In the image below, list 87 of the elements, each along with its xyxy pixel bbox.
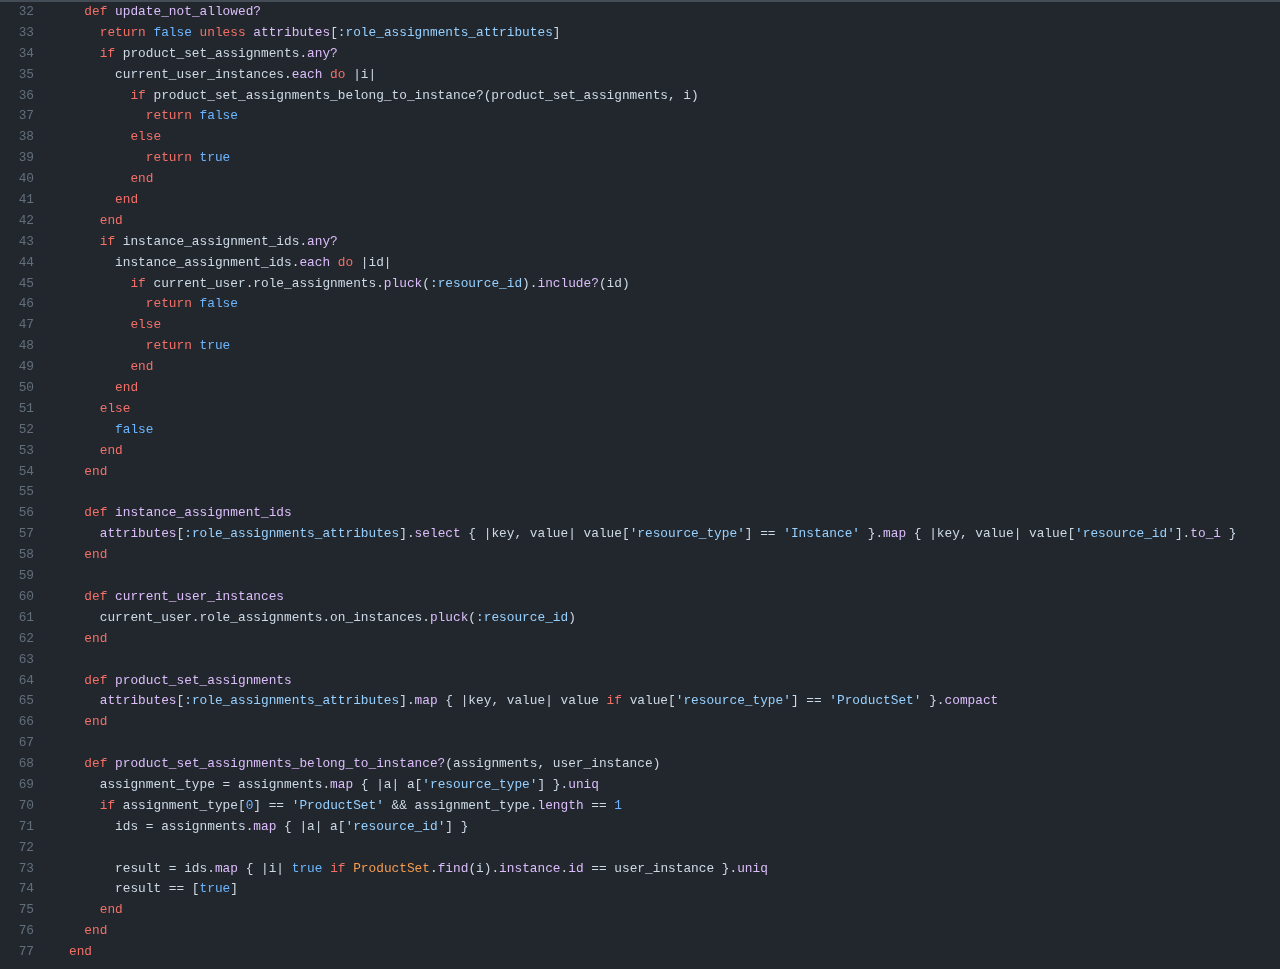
code-line: current_user_instances.each do |i| bbox=[114, 65, 377, 84]
line-number: 63 bbox=[17, 650, 34, 669]
code-line: end bbox=[98, 211, 123, 230]
line-number: 74 bbox=[17, 880, 34, 899]
line-number: 51 bbox=[17, 399, 34, 418]
code-line: else bbox=[129, 128, 162, 147]
line-number: 34 bbox=[17, 44, 34, 63]
code-line: def update_not_allowed? bbox=[83, 3, 261, 21]
line-number: 76 bbox=[17, 922, 34, 941]
code-line: return true bbox=[144, 337, 231, 356]
code-line: if current_user.role_assignments.pluck(:resource_id).include?(id) bbox=[129, 274, 630, 293]
line-number: 37 bbox=[17, 107, 34, 126]
line-number: 41 bbox=[17, 191, 34, 209]
line-number: 69 bbox=[17, 775, 34, 794]
code-line: end bbox=[129, 170, 154, 189]
line-number: 40 bbox=[17, 170, 34, 189]
line-number: 65 bbox=[17, 692, 34, 711]
line-number: 48 bbox=[17, 337, 34, 356]
line-number: 60 bbox=[17, 587, 34, 606]
line-number: 55 bbox=[17, 483, 34, 502]
code-line: attributes[:role_assignments_attributes].map { |key, value| value if value['resource_type'] == 'ProductSet' }.compact bbox=[98, 692, 999, 711]
line-number: 70 bbox=[17, 796, 34, 815]
code-line: def product_set_assignments bbox=[83, 671, 292, 690]
line-number: 75 bbox=[17, 901, 34, 920]
code-line: if instance_assignment_ids.any? bbox=[98, 232, 338, 251]
code-line: end bbox=[83, 713, 108, 732]
code-line: return false bbox=[144, 295, 238, 314]
code-line: end bbox=[83, 546, 108, 565]
line-number: 49 bbox=[17, 358, 34, 377]
code-line: def current_user_instances bbox=[83, 587, 285, 606]
line-number: 73 bbox=[17, 859, 34, 878]
code-line: def instance_assignment_ids bbox=[83, 504, 292, 523]
code-line: if product_set_assignments.any? bbox=[98, 44, 338, 63]
code-line: return false unless attributes[:role_assignments_attributes] bbox=[98, 23, 561, 42]
code-line: result == [true] bbox=[114, 880, 238, 899]
line-number: 53 bbox=[17, 441, 34, 460]
line-number: 56 bbox=[17, 504, 34, 523]
code-line: end bbox=[83, 462, 108, 481]
line-number: 44 bbox=[17, 253, 34, 272]
code-line: end bbox=[83, 922, 108, 941]
code-line: end bbox=[83, 629, 108, 648]
line-number: 42 bbox=[17, 211, 34, 230]
code-line: return true bbox=[144, 149, 231, 168]
code-line: end bbox=[98, 901, 123, 920]
code-line: current_user.role_assignments.on_instances.pluck(:resource_id) bbox=[98, 608, 576, 627]
code-line: end bbox=[69, 943, 93, 962]
line-number: 36 bbox=[17, 86, 34, 105]
line-number: 47 bbox=[17, 316, 34, 335]
line-number: 45 bbox=[17, 274, 34, 293]
line-number: 58 bbox=[17, 546, 34, 565]
line-number: 66 bbox=[17, 713, 34, 732]
line-number: 35 bbox=[17, 65, 34, 84]
code-line: if product_set_assignments_belong_to_instance?(product_set_assignments, i) bbox=[129, 86, 699, 105]
line-number: 62 bbox=[17, 629, 34, 648]
line-number: 38 bbox=[17, 128, 34, 147]
line-number: 72 bbox=[17, 838, 34, 857]
code-line: attributes[:role_assignments_attributes].select { |key, value| value['resource_type'] == 'Instance' }.map { |key, value| value['resource_id'].to_i } bbox=[98, 525, 1237, 544]
code-line: end bbox=[98, 441, 123, 460]
line-number: 71 bbox=[17, 817, 34, 836]
code-line: ids = assignments.map { |a| a['resource_id'] } bbox=[114, 817, 469, 836]
line-number: 39 bbox=[17, 149, 34, 168]
code-line: end bbox=[129, 358, 154, 377]
code-line: result = ids.map { |i| true if ProductSet.find(i).instance.id == user_instance }.uniq bbox=[114, 859, 768, 878]
line-number: 50 bbox=[17, 379, 34, 398]
code-line: def product_set_assignments_belong_to_instance?(assignments, user_instance) bbox=[83, 755, 661, 774]
line-number: 61 bbox=[17, 608, 34, 627]
code-line: assignment_type = assignments.map { |a| a['resource_type'] }.uniq bbox=[98, 775, 599, 794]
code-line: return false bbox=[144, 107, 238, 126]
line-number: 52 bbox=[17, 420, 34, 439]
line-number: 57 bbox=[17, 525, 34, 544]
code-line: else bbox=[98, 399, 131, 418]
line-number: 33 bbox=[17, 23, 34, 42]
line-number: 64 bbox=[17, 671, 34, 690]
code-line: false bbox=[114, 420, 154, 439]
code-line: if assignment_type[0] == 'ProductSet' && assignment_type.length == 1 bbox=[98, 796, 622, 815]
line-number: 67 bbox=[17, 734, 34, 753]
code-line: instance_assignment_ids.each do |id| bbox=[114, 253, 392, 272]
line-number: 59 bbox=[17, 567, 34, 586]
line-number: 68 bbox=[17, 755, 34, 774]
code-line: end bbox=[114, 379, 139, 398]
code-line: end bbox=[114, 191, 139, 209]
line-number: 54 bbox=[17, 462, 34, 481]
line-number: 77 bbox=[17, 943, 34, 962]
code-line: else bbox=[129, 316, 162, 335]
line-number: 43 bbox=[17, 232, 34, 251]
line-number: 46 bbox=[17, 295, 34, 314]
line-number: 32 bbox=[17, 3, 34, 21]
